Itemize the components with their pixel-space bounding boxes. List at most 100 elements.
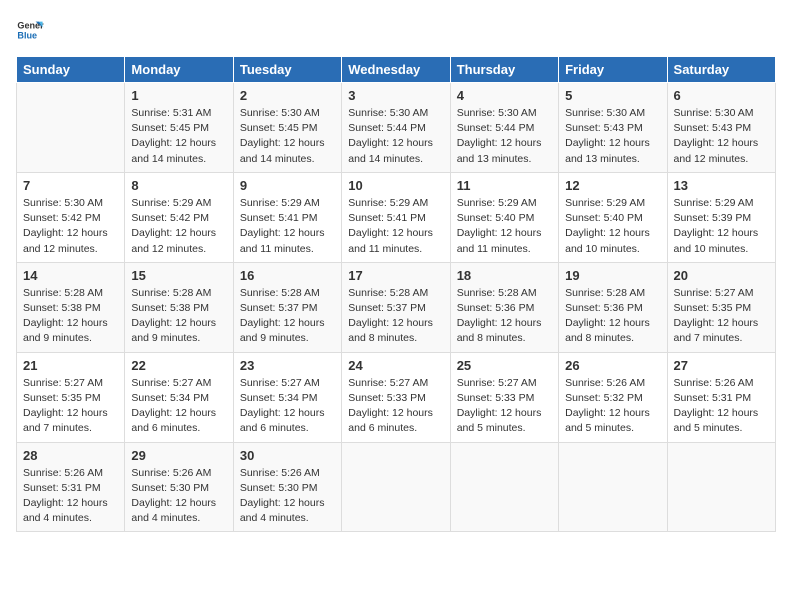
calendar-cell: 6Sunrise: 5:30 AMSunset: 5:43 PMDaylight… (667, 83, 775, 173)
day-info: Sunrise: 5:28 AMSunset: 5:37 PMDaylight:… (348, 286, 443, 347)
day-number: 16 (240, 268, 335, 283)
calendar-cell: 27 Sunrise: 5:26 AMSunset: 5:31 PMDayligh… (667, 352, 775, 442)
day-header-saturday: Saturday (667, 57, 775, 83)
day-number: 18 (457, 268, 552, 283)
day-info: Sunrise: 5:27 AMSunset: 5:33 PMDaylight:… (457, 376, 552, 437)
svg-text:Blue: Blue (17, 30, 37, 40)
day-info: Sunrise: 5:26 AMSunset: 5:32 PMDaylight:… (565, 376, 660, 437)
calendar-body: 1Sunrise: 5:31 AMSunset: 5:45 PMDaylight… (17, 83, 776, 532)
day-number: 14 (23, 268, 118, 283)
calendar-cell: 22Sunrise: 5:27 AMSunset: 5:34 PMDayligh… (125, 352, 233, 442)
day-info: Sunrise: 5:30 AMSunset: 5:44 PMDaylight:… (457, 106, 552, 167)
calendar-cell (342, 442, 450, 532)
calendar-table: SundayMondayTuesdayWednesdayThursdayFrid… (16, 56, 776, 532)
day-info: Sunrise: 5:26 AMSunset: 5:31 PMDaylight:… (23, 466, 118, 527)
day-header-wednesday: Wednesday (342, 57, 450, 83)
day-number: 20 (674, 268, 769, 283)
calendar-cell: 13 Sunrise: 5:29 AMSunset: 5:39 PMDayligh… (667, 172, 775, 262)
calendar-cell: 3 Sunrise: 5:30 AMSunset: 5:44 PMDaylight… (342, 83, 450, 173)
calendar-cell: 5 Sunrise: 5:30 AMSunset: 5:43 PMDaylight… (559, 83, 667, 173)
day-number: 8 (131, 178, 226, 193)
calendar-cell (559, 442, 667, 532)
day-info: Sunrise: 5:27 AMSunset: 5:33 PMDaylight:… (348, 376, 443, 437)
day-number: 17 (348, 268, 443, 283)
day-number: 30 (240, 448, 335, 463)
day-info: Sunrise: 5:30 AMSunset: 5:42 PMDaylight:… (23, 196, 118, 257)
day-number: 9 (240, 178, 335, 193)
calendar-cell (667, 442, 775, 532)
day-info: Sunrise: 5:27 AMSunset: 5:35 PMDaylight:… (23, 376, 118, 437)
calendar-cell: 7 Sunrise: 5:30 AMSunset: 5:42 PMDaylight… (17, 172, 125, 262)
day-info: Sunrise: 5:28 AMSunset: 5:38 PMDaylight:… (131, 286, 226, 347)
day-header-monday: Monday (125, 57, 233, 83)
calendar-cell: 15Sunrise: 5:28 AMSunset: 5:38 PMDayligh… (125, 262, 233, 352)
day-info: Sunrise: 5:27 AMSunset: 5:34 PMDaylight:… (131, 376, 226, 437)
day-header-friday: Friday (559, 57, 667, 83)
day-number: 1 (131, 88, 226, 103)
day-number: 7 (23, 178, 118, 193)
logo-icon: General Blue (16, 16, 44, 44)
day-number: 2 (240, 88, 335, 103)
day-number: 3 (348, 88, 443, 103)
day-info: Sunrise: 5:26 AMSunset: 5:30 PMDaylight:… (240, 466, 335, 527)
calendar-cell: 24 Sunrise: 5:27 AMSunset: 5:33 PMDayligh… (342, 352, 450, 442)
day-header-thursday: Thursday (450, 57, 558, 83)
calendar-cell: 18Sunrise: 5:28 AMSunset: 5:36 PMDayligh… (450, 262, 558, 352)
day-number: 12 (565, 178, 660, 193)
calendar-week-3: 14 Sunrise: 5:28 AMSunset: 5:38 PMDayligh… (17, 262, 776, 352)
day-info: Sunrise: 5:26 AMSunset: 5:31 PMDaylight:… (674, 376, 769, 437)
calendar-cell: 11 Sunrise: 5:29 AMSunset: 5:40 PMDayligh… (450, 172, 558, 262)
calendar-header-row: SundayMondayTuesdayWednesdayThursdayFrid… (17, 57, 776, 83)
day-number: 11 (457, 178, 552, 193)
calendar-cell (450, 442, 558, 532)
day-info: Sunrise: 5:30 AMSunset: 5:43 PMDaylight:… (565, 106, 660, 167)
calendar-week-5: 28 Sunrise: 5:26 AMSunset: 5:31 PMDayligh… (17, 442, 776, 532)
calendar-week-1: 1Sunrise: 5:31 AMSunset: 5:45 PMDaylight… (17, 83, 776, 173)
day-number: 29 (131, 448, 226, 463)
calendar-cell: 20 Sunrise: 5:27 AMSunset: 5:35 PMDayligh… (667, 262, 775, 352)
day-info: Sunrise: 5:28 AMSunset: 5:38 PMDaylight:… (23, 286, 118, 347)
day-number: 25 (457, 358, 552, 373)
day-info: Sunrise: 5:30 AMSunset: 5:44 PMDaylight:… (348, 106, 443, 167)
calendar-cell: 9Sunrise: 5:29 AMSunset: 5:41 PMDaylight… (233, 172, 341, 262)
day-info: Sunrise: 5:29 AMSunset: 5:39 PMDaylight:… (674, 196, 769, 257)
calendar-cell: 30 Sunrise: 5:26 AMSunset: 5:30 PMDayligh… (233, 442, 341, 532)
day-number: 24 (348, 358, 443, 373)
day-number: 13 (674, 178, 769, 193)
calendar-cell: 25 Sunrise: 5:27 AMSunset: 5:33 PMDayligh… (450, 352, 558, 442)
day-header-tuesday: Tuesday (233, 57, 341, 83)
calendar-cell: 29 Sunrise: 5:26 AMSunset: 5:30 PMDayligh… (125, 442, 233, 532)
calendar-cell: 16 Sunrise: 5:28 AMSunset: 5:37 PMDayligh… (233, 262, 341, 352)
calendar-cell: 12Sunrise: 5:29 AMSunset: 5:40 PMDayligh… (559, 172, 667, 262)
day-number: 26 (565, 358, 660, 373)
day-info: Sunrise: 5:29 AMSunset: 5:41 PMDaylight:… (348, 196, 443, 257)
day-info: Sunrise: 5:29 AMSunset: 5:40 PMDaylight:… (457, 196, 552, 257)
calendar-cell: 14 Sunrise: 5:28 AMSunset: 5:38 PMDayligh… (17, 262, 125, 352)
day-info: Sunrise: 5:27 AMSunset: 5:34 PMDaylight:… (240, 376, 335, 437)
day-info: Sunrise: 5:26 AMSunset: 5:30 PMDaylight:… (131, 466, 226, 527)
day-number: 4 (457, 88, 552, 103)
calendar-week-2: 7 Sunrise: 5:30 AMSunset: 5:42 PMDaylight… (17, 172, 776, 262)
calendar-cell: 23 Sunrise: 5:27 AMSunset: 5:34 PMDayligh… (233, 352, 341, 442)
day-info: Sunrise: 5:28 AMSunset: 5:36 PMDaylight:… (565, 286, 660, 347)
logo: General Blue (16, 16, 48, 44)
calendar-cell: 10 Sunrise: 5:29 AMSunset: 5:41 PMDayligh… (342, 172, 450, 262)
calendar-cell: 21Sunrise: 5:27 AMSunset: 5:35 PMDayligh… (17, 352, 125, 442)
calendar-cell: 26 Sunrise: 5:26 AMSunset: 5:32 PMDayligh… (559, 352, 667, 442)
calendar-week-4: 21Sunrise: 5:27 AMSunset: 5:35 PMDayligh… (17, 352, 776, 442)
day-number: 28 (23, 448, 118, 463)
calendar-cell: 1Sunrise: 5:31 AMSunset: 5:45 PMDaylight… (125, 83, 233, 173)
day-info: Sunrise: 5:27 AMSunset: 5:35 PMDaylight:… (674, 286, 769, 347)
day-number: 5 (565, 88, 660, 103)
calendar-cell: 2 Sunrise: 5:30 AMSunset: 5:45 PMDaylight… (233, 83, 341, 173)
day-info: Sunrise: 5:28 AMSunset: 5:37 PMDaylight:… (240, 286, 335, 347)
page-header: General Blue (16, 16, 776, 44)
calendar-cell: 19Sunrise: 5:28 AMSunset: 5:36 PMDayligh… (559, 262, 667, 352)
day-info: Sunrise: 5:30 AMSunset: 5:43 PMDaylight:… (674, 106, 769, 167)
calendar-cell (17, 83, 125, 173)
calendar-cell: 17 Sunrise: 5:28 AMSunset: 5:37 PMDayligh… (342, 262, 450, 352)
day-info: Sunrise: 5:30 AMSunset: 5:45 PMDaylight:… (240, 106, 335, 167)
day-number: 27 (674, 358, 769, 373)
day-number: 23 (240, 358, 335, 373)
day-number: 10 (348, 178, 443, 193)
